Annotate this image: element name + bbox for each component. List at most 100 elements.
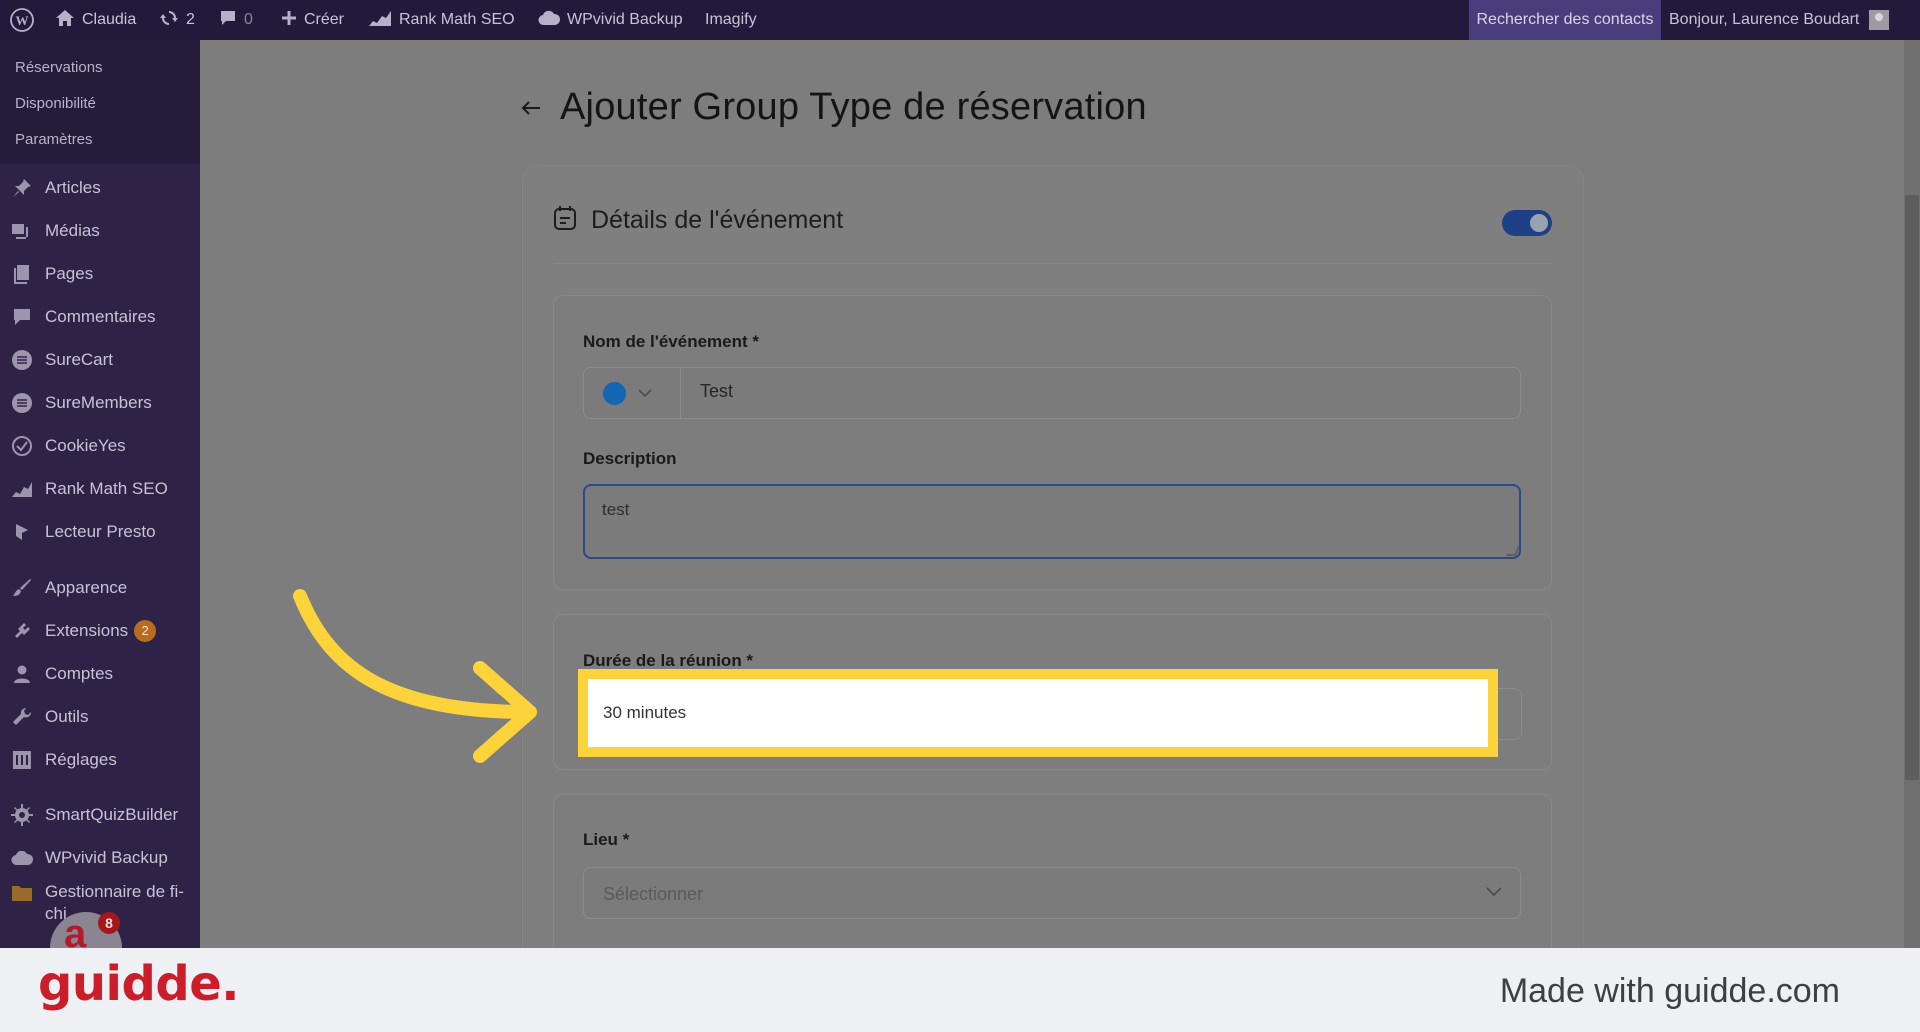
plugin-icon — [10, 619, 34, 643]
imagify-link[interactable]: Imagify — [705, 0, 757, 40]
search-contacts-button[interactable]: Rechercher des contacts — [1469, 0, 1661, 40]
sidebar-item-reglages[interactable]: Réglages — [0, 740, 200, 780]
create-link[interactable]: Créer — [281, 0, 344, 40]
sidebar-item-outils[interactable]: Outils — [0, 697, 200, 737]
toggle-knob — [1530, 214, 1548, 232]
admin-sidebar: Réservations Disponibilité Paramètres Ar… — [0, 40, 200, 948]
settings-icon — [10, 748, 34, 772]
chevron-down-icon — [638, 384, 652, 402]
sidebar-item-extensions[interactable]: Extensions 2 — [0, 611, 200, 651]
rankmath-icon — [10, 477, 34, 501]
sidebar-item-articles[interactable]: Articles — [0, 168, 200, 208]
guidde-footer: guidde. Made with guidde.com — [0, 948, 1920, 1032]
submenu-item-reservations[interactable]: Réservations — [0, 50, 200, 86]
cookie-icon — [10, 434, 34, 458]
sidebar-item-wpvivid[interactable]: WPvivid Backup — [0, 838, 200, 878]
duration-value: 30 minutes — [603, 703, 687, 722]
sidebar-item-label: Apparence — [45, 578, 128, 597]
sidebar-item-label: Articles — [45, 178, 101, 197]
highlighted-duration-select[interactable] — [578, 669, 1498, 757]
sidebar-item-suremembers[interactable]: SureMembers — [0, 383, 200, 423]
back-arrow-icon[interactable] — [520, 97, 542, 119]
sidebar-item-comptes[interactable]: Comptes — [0, 654, 200, 694]
sidebar-item-rankmath[interactable]: Rank Math SEO — [0, 469, 200, 509]
wpvivid-label: WPvivid Backup — [567, 11, 683, 28]
greeting-text: Bonjour, Laurence Boudart — [1669, 11, 1860, 28]
booking-submenu: Réservations Disponibilité Paramètres — [0, 40, 200, 164]
wordpress-logo-icon[interactable]: W — [10, 0, 34, 40]
description-textarea[interactable] — [583, 484, 1521, 559]
folder-icon — [10, 881, 34, 905]
comments-count: 0 — [244, 11, 253, 28]
user-icon — [10, 662, 34, 686]
comment-icon — [10, 305, 34, 329]
section-toggle[interactable] — [1502, 210, 1552, 236]
comment-bubble-icon — [219, 9, 237, 32]
sidebar-item-smartquizbuilder[interactable]: SmartQuizBuilder — [0, 795, 200, 835]
plus-icon — [281, 10, 297, 31]
gear-icon — [10, 803, 34, 827]
sidebar-item-medias[interactable]: Médias — [0, 211, 200, 251]
sidebar-item-pages[interactable]: Pages — [0, 254, 200, 294]
rankmath-link[interactable]: Rank Math SEO — [368, 0, 515, 40]
brush-icon — [10, 576, 34, 600]
sidebar-item-label: Rank Math SEO — [45, 479, 168, 498]
svg-text:W: W — [16, 13, 29, 28]
description-label: Description — [583, 449, 677, 468]
suremembers-icon — [10, 391, 34, 415]
sidebar-item-surecart[interactable]: SureCart — [0, 340, 200, 380]
rankmath-icon — [368, 9, 392, 32]
sidebar-item-label: Outils — [45, 707, 89, 726]
create-label: Créer — [304, 11, 345, 28]
event-color-picker[interactable] — [583, 367, 681, 419]
sidebar-item-label: Médias — [45, 221, 100, 240]
pointer-arrow-icon — [293, 589, 537, 763]
admin-bar: W Claudia 2 0 Créer Rank Math SEO WPvivi… — [0, 0, 1920, 40]
sidebar-item-label: Comptes — [45, 664, 114, 683]
sidebar-item-cookieyes[interactable]: CookieYes — [0, 426, 200, 466]
calendar-icon — [553, 205, 577, 236]
wpvivid-link[interactable]: WPvivid Backup — [538, 0, 683, 40]
rankmath-label: Rank Math SEO — [399, 11, 515, 28]
location-select[interactable] — [583, 867, 1521, 919]
cloud-icon — [10, 846, 34, 870]
location-placeholder: Sélectionner — [603, 884, 704, 904]
avatar — [1869, 10, 1890, 30]
event-name-label: Nom de l'événement * — [583, 332, 759, 351]
sidebar-item-label: CookieYes — [45, 436, 126, 455]
event-name-value: Test — [700, 381, 734, 401]
updates-count: 2 — [186, 11, 195, 28]
site-name-link[interactable]: Claudia — [55, 0, 136, 40]
sidebar-item-apparence[interactable]: Apparence — [0, 568, 200, 608]
sidebar-item-lecteur-presto[interactable]: Lecteur Presto — [0, 512, 200, 552]
divider — [553, 263, 1552, 264]
site-name: Claudia — [82, 11, 137, 28]
guidde-logo: guidde. — [38, 956, 240, 1012]
duration-label: Durée de la réunion * — [583, 651, 754, 670]
chevron-down-icon — [1486, 884, 1502, 902]
wrench-icon — [10, 705, 34, 729]
pages-icon — [10, 262, 34, 286]
sidebar-item-label: SureCart — [45, 350, 114, 369]
description-value: test — [602, 500, 630, 519]
extensions-update-badge: 2 — [134, 620, 157, 642]
comments-link[interactable]: 0 — [219, 0, 253, 40]
sidebar-item-commentaires[interactable]: Commentaires — [0, 297, 200, 337]
sidebar-item-label: Commentaires — [45, 307, 156, 326]
color-swatch — [603, 381, 626, 405]
sidebar-item-label: SureMembers — [45, 393, 152, 412]
sidebar-item-label: Pages — [45, 264, 94, 283]
surecart-icon — [10, 348, 34, 372]
sidebar-item-label: SmartQuizBuilder — [45, 805, 179, 824]
user-account-menu[interactable]: Bonjour, Laurence Boudart — [1661, 0, 1920, 40]
submenu-item-parametres[interactable]: Paramètres — [0, 122, 200, 158]
duration-select-edge — [1494, 688, 1522, 740]
section-title: Détails de l'événement — [591, 206, 844, 234]
updates-link[interactable]: 2 — [159, 0, 195, 40]
home-icon — [55, 9, 75, 32]
scrollbar-thumb[interactable] — [1905, 195, 1919, 780]
notification-count-badge: 8 — [98, 912, 120, 934]
presto-icon — [10, 520, 34, 544]
media-icon — [10, 219, 34, 243]
submenu-item-disponibilite[interactable]: Disponibilité — [0, 86, 200, 122]
